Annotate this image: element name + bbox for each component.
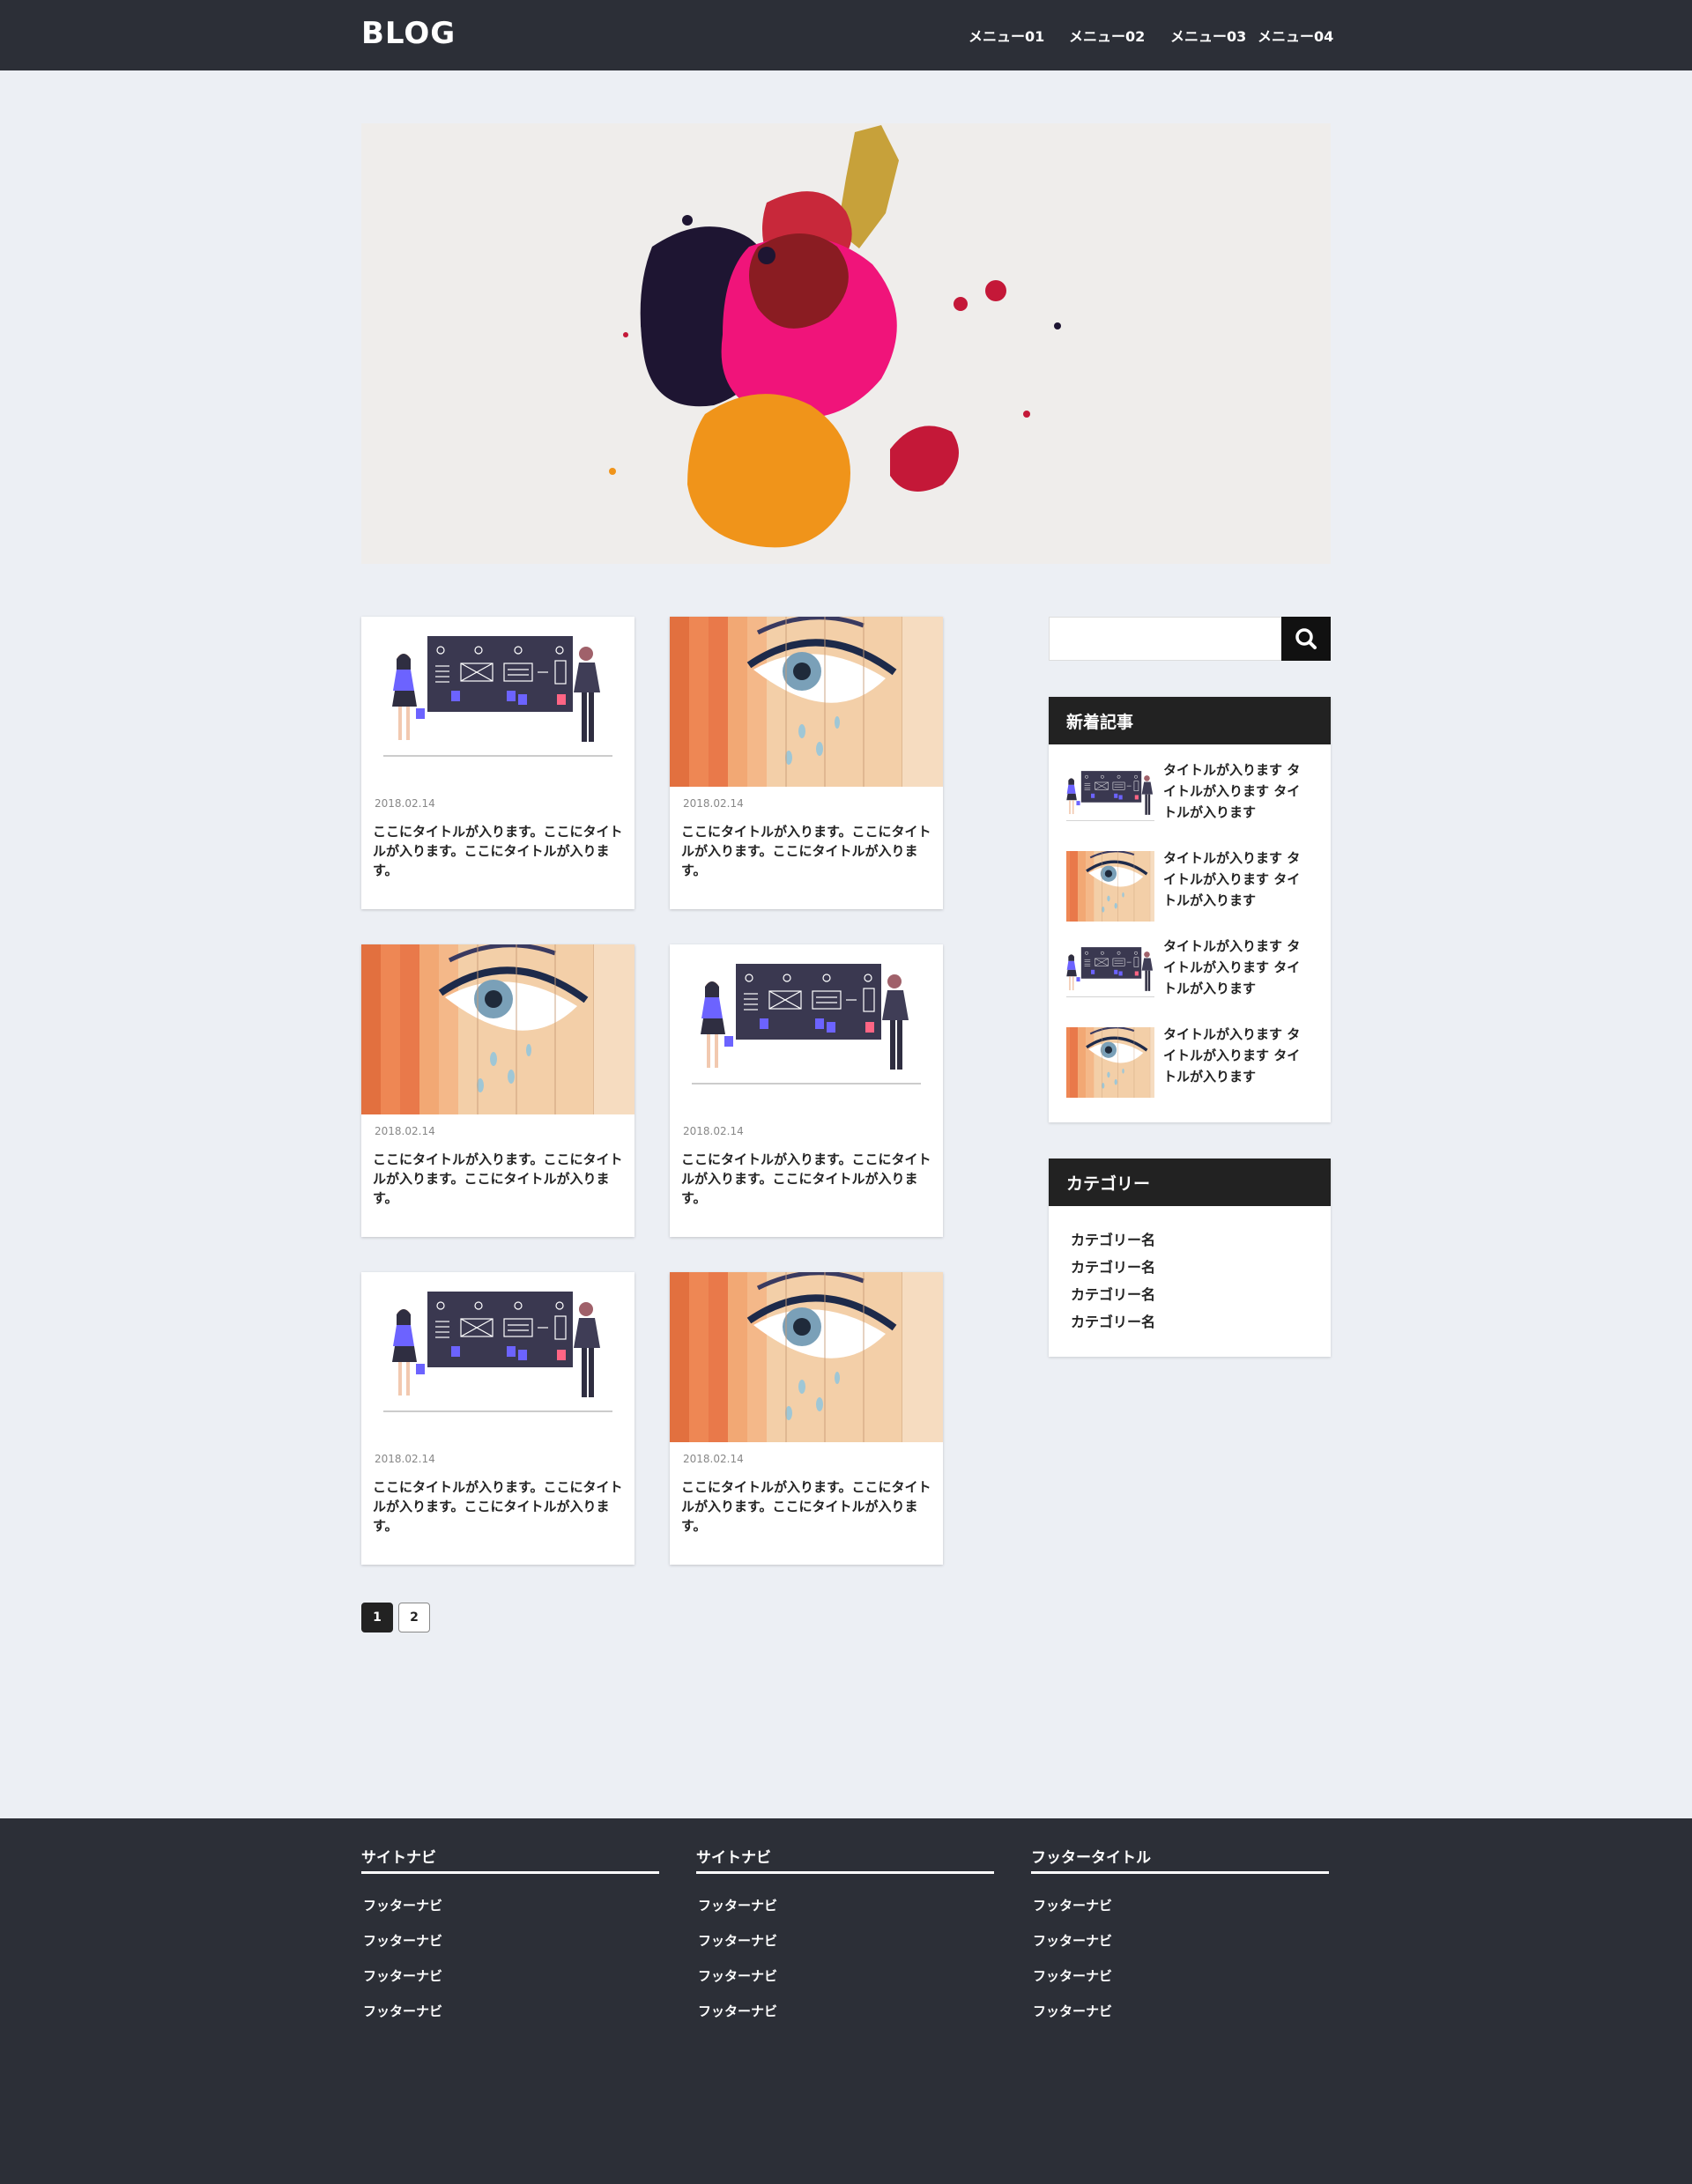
footer-link[interactable]: フッターナビ — [363, 1931, 442, 1950]
recent-post-title[interactable]: タイトルが入ります タイトルが入ります タイトルが入ります — [1163, 848, 1304, 911]
wireframe-presentation-illustration — [670, 944, 943, 1114]
post-card[interactable]: 2018.02.14 ここにタイトルが入ります。ここにタイトルが入ります。ここに… — [361, 1272, 634, 1565]
recent-post-thumbnail — [1066, 939, 1154, 1010]
footer-link[interactable]: フッターナビ — [698, 2002, 777, 2020]
wireframe-presentation-illustration — [361, 617, 634, 787]
footer-link[interactable]: フッターナビ — [1033, 1966, 1112, 1985]
wireframe-presentation-illustration — [1066, 763, 1154, 833]
post-card[interactable]: 2018.02.14 ここにタイトルが入ります。ここにタイトルが入ります。ここに… — [670, 617, 943, 909]
post-date: 2018.02.14 — [375, 797, 435, 810]
post-thumbnail — [361, 617, 634, 787]
recent-post-thumbnail — [1066, 763, 1154, 833]
pagination-page-1[interactable]: 1 — [361, 1603, 393, 1632]
post-date: 2018.02.14 — [375, 1125, 435, 1137]
category-link[interactable]: カテゴリー名 — [1071, 1310, 1155, 1331]
search-icon — [1295, 628, 1317, 649]
post-card[interactable]: 2018.02.14 ここにタイトルが入ります。ここにタイトルが入ります。ここに… — [361, 617, 634, 909]
eye-mural-photo — [670, 617, 943, 787]
recent-post-title[interactable]: タイトルが入ります タイトルが入ります タイトルが入ります — [1163, 759, 1304, 823]
wireframe-presentation-illustration — [361, 1272, 634, 1442]
post-title[interactable]: ここにタイトルが入ります。ここにタイトルが入ります。ここにタイトルが入ります。 — [373, 822, 623, 880]
post-card[interactable]: 2018.02.14 ここにタイトルが入ります。ここにタイトルが入ります。ここに… — [361, 944, 634, 1237]
nav-menu-03[interactable]: メニュー03 — [1170, 25, 1246, 46]
recent-post-item[interactable]: タイトルが入ります タイトルが入ります タイトルが入ります — [1066, 1024, 1322, 1098]
wireframe-presentation-illustration — [1066, 939, 1154, 1010]
recent-post-title[interactable]: タイトルが入ります タイトルが入ります タイトルが入ります — [1163, 936, 1304, 999]
post-thumbnail — [670, 944, 943, 1114]
footer-column-title: サイトナビ — [696, 1845, 994, 1874]
post-card[interactable]: 2018.02.14 ここにタイトルが入ります。ここにタイトルが入ります。ここに… — [670, 1272, 943, 1565]
recent-post-item[interactable]: タイトルが入ります タイトルが入ります タイトルが入ります — [1066, 936, 1322, 1010]
footer-link[interactable]: フッターナビ — [363, 1896, 442, 1914]
footer-link[interactable]: フッターナビ — [363, 1966, 442, 1985]
footer-link[interactable]: フッターナビ — [1033, 1931, 1112, 1950]
recent-posts-widget: 新着記事 タイトルが入ります タイトルが入ります タイトルが入ります タイトルが… — [1049, 697, 1331, 1122]
post-thumbnail — [361, 1272, 634, 1442]
search-button[interactable] — [1281, 617, 1331, 661]
recent-post-thumbnail — [1066, 851, 1154, 922]
category-heading: カテゴリー — [1049, 1159, 1331, 1206]
category-link[interactable]: カテゴリー名 — [1071, 1283, 1155, 1304]
nav-menu-01[interactable]: メニュー01 — [968, 25, 1044, 46]
post-date: 2018.02.14 — [683, 1453, 744, 1465]
recent-post-title[interactable]: タイトルが入ります タイトルが入ります タイトルが入ります — [1163, 1024, 1304, 1087]
search-input[interactable] — [1049, 617, 1281, 661]
footer-column-title: サイトナビ — [361, 1845, 659, 1874]
footer-link[interactable]: フッターナビ — [698, 1931, 777, 1950]
post-title[interactable]: ここにタイトルが入ります。ここにタイトルが入ります。ここにタイトルが入ります。 — [681, 1150, 931, 1208]
nav-menu-04[interactable]: メニュー04 — [1258, 25, 1333, 46]
post-date: 2018.02.14 — [683, 797, 744, 810]
post-date: 2018.02.14 — [683, 1125, 744, 1137]
site-header: BLOG メニュー01 メニュー02 メニュー03 メニュー04 — [0, 0, 1692, 70]
recent-post-item[interactable]: タイトルが入ります タイトルが入ります タイトルが入ります — [1066, 848, 1322, 922]
footer-link[interactable]: フッターナビ — [363, 2002, 442, 2020]
eye-mural-photo — [361, 944, 634, 1114]
footer-link[interactable]: フッターナビ — [698, 1896, 777, 1914]
post-card[interactable]: 2018.02.14 ここにタイトルが入ります。ここにタイトルが入ります。ここに… — [670, 944, 943, 1237]
post-date: 2018.02.14 — [375, 1453, 435, 1465]
category-widget: カテゴリー カテゴリー名 カテゴリー名 カテゴリー名 カテゴリー名 — [1049, 1159, 1331, 1357]
paint-splash-image — [361, 123, 1331, 564]
footer-link[interactable]: フッターナビ — [1033, 2002, 1112, 2020]
footer-column-title: フッタータイトル — [1031, 1845, 1329, 1874]
eye-mural-photo — [1066, 851, 1154, 922]
post-title[interactable]: ここにタイトルが入ります。ここにタイトルが入ります。ここにタイトルが入ります。 — [681, 822, 931, 880]
recent-posts-heading: 新着記事 — [1049, 697, 1331, 744]
eye-mural-photo — [670, 1272, 943, 1442]
post-thumbnail — [361, 944, 634, 1114]
post-title[interactable]: ここにタイトルが入ります。ここにタイトルが入ります。ここにタイトルが入ります。 — [373, 1150, 623, 1208]
post-title[interactable]: ここにタイトルが入ります。ここにタイトルが入ります。ここにタイトルが入ります。 — [373, 1477, 623, 1536]
footer-link[interactable]: フッターナビ — [1033, 1896, 1112, 1914]
category-link[interactable]: カテゴリー名 — [1071, 1228, 1155, 1249]
post-thumbnail — [670, 617, 943, 787]
post-title[interactable]: ここにタイトルが入ります。ここにタイトルが入ります。ここにタイトルが入ります。 — [681, 1477, 931, 1536]
recent-post-thumbnail — [1066, 1027, 1154, 1098]
site-footer: サイトナビ フッターナビ フッターナビ フッターナビ フッターナビ サイトナビ … — [0, 1818, 1692, 2184]
category-link[interactable]: カテゴリー名 — [1071, 1255, 1155, 1277]
footer-link[interactable]: フッターナビ — [698, 1966, 777, 1985]
hero-image — [361, 123, 1331, 564]
pagination-page-2[interactable]: 2 — [398, 1603, 430, 1632]
nav-menu-02[interactable]: メニュー02 — [1069, 25, 1145, 46]
eye-mural-photo — [1066, 1027, 1154, 1098]
recent-post-item[interactable]: タイトルが入ります タイトルが入ります タイトルが入ります — [1066, 762, 1322, 833]
post-thumbnail — [670, 1272, 943, 1442]
site-logo[interactable]: BLOG — [361, 16, 456, 51]
